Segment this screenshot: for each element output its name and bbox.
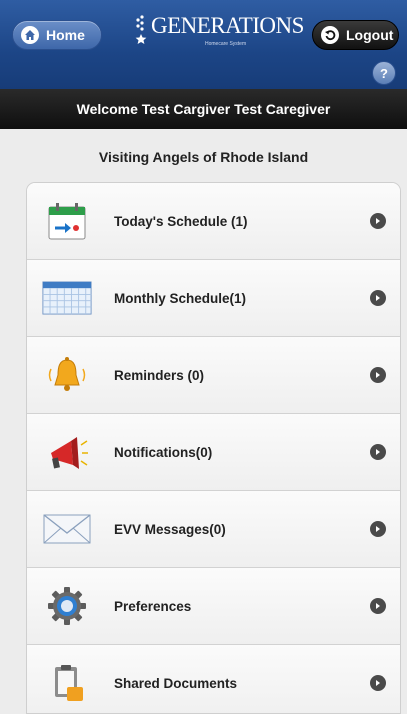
logo-subtitle: Homecare System — [205, 41, 247, 47]
agency-label: Visiting Angels of Rhode Island — [98, 148, 309, 165]
gear-icon — [42, 583, 92, 629]
logout-button-label: Logout — [346, 27, 394, 43]
chevron-right-icon — [370, 213, 386, 229]
chevron-right-icon — [370, 675, 386, 691]
calendar-today-icon — [42, 198, 92, 244]
help-icon: ? — [380, 65, 388, 81]
menu-item-monthly-schedule[interactable]: Monthly Schedule(1) — [27, 260, 400, 337]
calendar-month-icon — [42, 275, 92, 321]
menu-item-label: EVV Messages(0) — [114, 521, 226, 537]
menu-item-todays-schedule[interactable]: Today's Schedule (1) — [27, 183, 400, 260]
menu-item-label: Monthly Schedule(1) — [114, 290, 247, 306]
welcome-bar: Welcome Test Cargiver Test Caregiver — [0, 89, 407, 129]
logout-button[interactable]: Logout — [312, 20, 399, 50]
logout-icon — [321, 26, 339, 44]
agency-name: Visiting Angels of Rhode Island — [0, 129, 407, 184]
generations-logo: GENERATIONS Homecare System — [133, 13, 304, 47]
menu-item-evv-messages[interactable]: EVV Messages(0) — [27, 491, 400, 568]
chevron-right-icon — [370, 521, 386, 537]
menu-item-notifications[interactable]: Notifications(0) — [27, 414, 400, 491]
chevron-right-icon — [370, 367, 386, 383]
menu-item-preferences[interactable]: Preferences — [27, 568, 400, 645]
chevron-right-icon — [370, 598, 386, 614]
chevron-right-icon — [370, 290, 386, 306]
home-icon — [21, 26, 39, 44]
menu-item-shared-documents[interactable]: Shared Documents — [27, 645, 400, 713]
menu-item-label: Preferences — [114, 598, 192, 614]
menu-item-label: Today's Schedule (1) — [114, 213, 248, 229]
menu-item-label: Reminders (0) — [114, 367, 205, 383]
clipboard-icon — [42, 660, 92, 706]
envelope-icon — [42, 506, 92, 552]
bell-icon — [42, 352, 92, 398]
home-button[interactable]: Home — [12, 20, 102, 50]
app-header: Home GENERATIONS Homecare System Logout … — [0, 0, 407, 89]
menu-item-label: Shared Documents — [114, 675, 238, 691]
megaphone-icon — [42, 429, 92, 475]
main-menu: Today's Schedule (1) Monthly Schedule(1)… — [26, 182, 401, 714]
home-button-label: Home — [46, 27, 85, 43]
logo-text: GENERATIONS — [151, 13, 304, 38]
menu-item-label: Notifications(0) — [114, 444, 213, 460]
help-button[interactable]: ? — [372, 61, 396, 85]
menu-item-reminders[interactable]: Reminders (0) — [27, 337, 400, 414]
chevron-right-icon — [370, 444, 386, 460]
welcome-text: Welcome Test Cargiver Test Caregiver — [76, 101, 331, 117]
